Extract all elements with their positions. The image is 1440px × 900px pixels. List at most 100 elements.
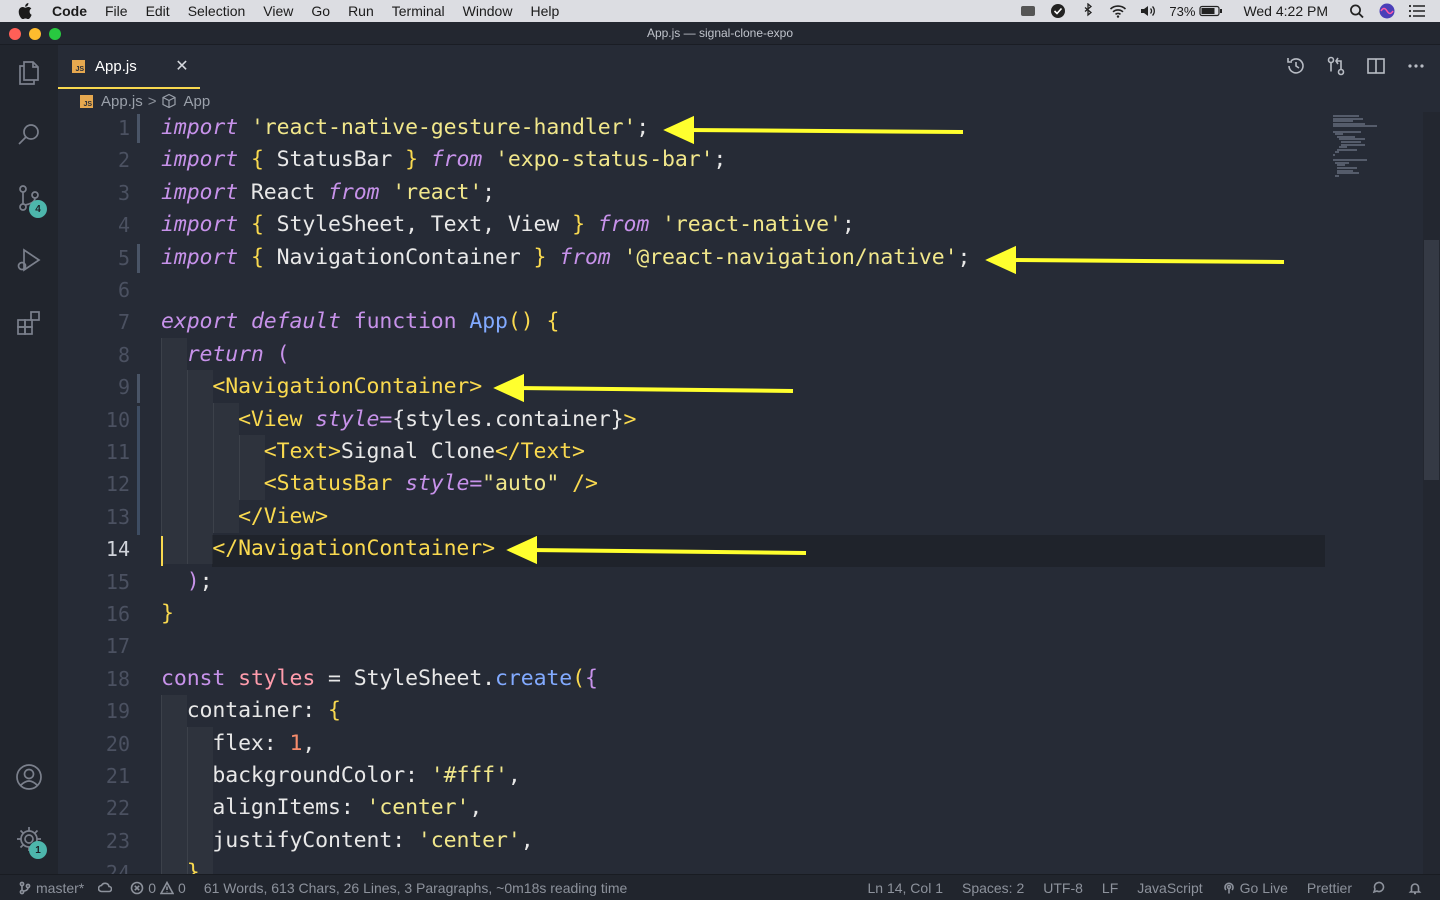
line-number[interactable]: 3 bbox=[58, 177, 130, 209]
code-text[interactable]: justifyContent: 'center', bbox=[161, 825, 533, 857]
menu-help[interactable]: Help bbox=[521, 0, 568, 22]
sync-button[interactable] bbox=[98, 881, 116, 895]
code-text[interactable]: import React from 'react'; bbox=[161, 177, 495, 209]
line-number[interactable]: 18 bbox=[58, 663, 130, 695]
code-text[interactable]: import { StatusBar } from 'expo-status-b… bbox=[161, 144, 726, 176]
word-count[interactable]: 61 Words, 613 Chars, 26 Lines, 3 Paragra… bbox=[204, 880, 627, 896]
timeline-history-icon[interactable] bbox=[1286, 55, 1306, 77]
menu-view[interactable]: View bbox=[254, 0, 302, 22]
go-live-button[interactable]: Go Live bbox=[1222, 880, 1288, 896]
screen-record-icon[interactable] bbox=[1019, 3, 1037, 19]
line-number[interactable]: 24 bbox=[58, 857, 130, 874]
eol-setting[interactable]: LF bbox=[1102, 880, 1118, 896]
code-text[interactable]: </View> bbox=[161, 501, 328, 533]
minimap[interactable] bbox=[1325, 112, 1423, 212]
code-text[interactable]: <Text>Signal Clone</Text> bbox=[161, 436, 585, 468]
code-line[interactable]: 10 <View style={styles.container}> bbox=[58, 404, 1328, 436]
menubar-clock[interactable]: Wed 4:22 PM bbox=[1243, 3, 1328, 19]
search-button[interactable] bbox=[0, 107, 58, 163]
code-line[interactable]: 22 alignItems: 'center', bbox=[58, 792, 1328, 824]
code-line[interactable]: 17 bbox=[58, 630, 1328, 662]
volume-icon[interactable] bbox=[1139, 3, 1157, 19]
code-text[interactable]: }, bbox=[161, 857, 213, 874]
code-line[interactable]: 23 justifyContent: 'center', bbox=[58, 825, 1328, 857]
menu-edit[interactable]: Edit bbox=[137, 0, 179, 22]
code-line[interactable]: 21 backgroundColor: '#fff', bbox=[58, 760, 1328, 792]
extensions-button[interactable] bbox=[0, 295, 58, 351]
open-changes-icon[interactable] bbox=[1326, 55, 1346, 77]
code-line[interactable]: 19 container: { bbox=[58, 695, 1328, 727]
prettier-formatter[interactable]: Prettier bbox=[1307, 880, 1352, 896]
code-line[interactable]: 11 <Text>Signal Clone</Text> bbox=[58, 436, 1328, 468]
code-line[interactable]: 6 bbox=[58, 274, 1328, 306]
line-number[interactable]: 20 bbox=[58, 728, 130, 760]
code-line[interactable]: 2 import { StatusBar } from 'expo-status-… bbox=[58, 144, 1328, 176]
source-control-button[interactable]: 4 bbox=[0, 170, 58, 226]
code-line[interactable]: 15 ); bbox=[58, 566, 1328, 598]
manage-button[interactable]: 1 bbox=[0, 811, 58, 867]
language-mode[interactable]: JavaScript bbox=[1137, 880, 1202, 896]
line-number[interactable]: 1 bbox=[58, 112, 130, 144]
line-number[interactable]: 10 bbox=[58, 404, 130, 436]
line-number[interactable]: 4 bbox=[58, 209, 130, 241]
code-text[interactable]: flex: 1, bbox=[161, 728, 315, 760]
menu-app-name[interactable]: Code bbox=[50, 0, 96, 22]
line-number[interactable]: 22 bbox=[58, 792, 130, 824]
code-text[interactable]: import { StyleSheet, Text, View } from '… bbox=[161, 209, 855, 241]
code-text[interactable]: backgroundColor: '#fff', bbox=[161, 760, 520, 792]
line-number[interactable]: 16 bbox=[58, 598, 130, 630]
accounts-button[interactable] bbox=[0, 749, 58, 805]
code-line[interactable]: 3 import React from 'react'; bbox=[58, 177, 1328, 209]
line-number[interactable]: 8 bbox=[58, 339, 130, 371]
code-line[interactable]: 8 return ( bbox=[58, 339, 1328, 371]
menu-window[interactable]: Window bbox=[454, 0, 522, 22]
feedback-button[interactable] bbox=[1371, 881, 1389, 895]
line-number[interactable]: 2 bbox=[58, 144, 130, 176]
checkmark-icon[interactable] bbox=[1049, 3, 1067, 19]
line-number[interactable]: 19 bbox=[58, 695, 130, 727]
bluetooth-icon[interactable] bbox=[1079, 3, 1097, 19]
code-line[interactable]: 20 flex: 1, bbox=[58, 728, 1328, 760]
line-number[interactable]: 14 bbox=[58, 533, 130, 565]
line-number[interactable]: 12 bbox=[58, 468, 130, 500]
problems-indicator[interactable]: 0 0 bbox=[130, 880, 186, 896]
code-line[interactable]: 12 <StatusBar style="auto" /> bbox=[58, 468, 1328, 500]
line-number[interactable]: 7 bbox=[58, 306, 130, 338]
encoding-setting[interactable]: UTF-8 bbox=[1043, 880, 1083, 896]
battery-icon[interactable] bbox=[1199, 3, 1223, 19]
code-line[interactable]: 18 const styles = StyleSheet.create({ bbox=[58, 663, 1328, 695]
tab-app-js[interactable]: JS App.js ✕ bbox=[58, 45, 200, 89]
code-text[interactable]: alignItems: 'center', bbox=[161, 792, 482, 824]
code-text[interactable]: <StatusBar style="auto" /> bbox=[161, 468, 598, 500]
more-actions-icon[interactable] bbox=[1406, 55, 1426, 77]
line-number[interactable]: 13 bbox=[58, 501, 130, 533]
code-text[interactable]: </NavigationContainer> bbox=[161, 533, 495, 565]
line-number[interactable]: 21 bbox=[58, 760, 130, 792]
tab-close-button[interactable]: ✕ bbox=[172, 56, 192, 76]
code-text[interactable]: } bbox=[161, 598, 174, 630]
wifi-icon[interactable] bbox=[1109, 3, 1127, 19]
code-text[interactable]: import 'react-native-gesture-handler'; bbox=[161, 112, 649, 144]
code-text[interactable]: return ( bbox=[161, 339, 290, 371]
apple-menu[interactable] bbox=[0, 3, 50, 19]
line-number[interactable]: 17 bbox=[58, 630, 130, 662]
menu-terminal[interactable]: Terminal bbox=[383, 0, 454, 22]
code-text[interactable]: <NavigationContainer> bbox=[161, 371, 482, 403]
code-text[interactable]: <View style={styles.container}> bbox=[161, 404, 636, 436]
cursor-position[interactable]: Ln 14, Col 1 bbox=[867, 880, 943, 896]
editor-scrollbar[interactable] bbox=[1423, 112, 1440, 874]
indentation-setting[interactable]: Spaces: 2 bbox=[962, 880, 1024, 896]
run-debug-button[interactable] bbox=[0, 232, 58, 288]
explorer-button[interactable] bbox=[0, 45, 58, 101]
code-text[interactable]: container: { bbox=[161, 695, 341, 727]
code-line[interactable]: 4 import { StyleSheet, Text, View } from … bbox=[58, 209, 1328, 241]
menu-go[interactable]: Go bbox=[302, 0, 339, 22]
code-editor[interactable]: 1 import 'react-native-gesture-handler'; 2… bbox=[58, 112, 1440, 874]
line-number[interactable]: 23 bbox=[58, 825, 130, 857]
line-number[interactable]: 9 bbox=[58, 371, 130, 403]
code-line[interactable]: 1 import 'react-native-gesture-handler'; bbox=[58, 112, 1328, 144]
code-text[interactable]: export default function App() { bbox=[161, 306, 559, 338]
code-line[interactable]: 5 import { NavigationContainer } from '@r… bbox=[58, 242, 1328, 274]
split-editor-icon[interactable] bbox=[1366, 55, 1386, 77]
line-number[interactable]: 6 bbox=[58, 274, 130, 306]
